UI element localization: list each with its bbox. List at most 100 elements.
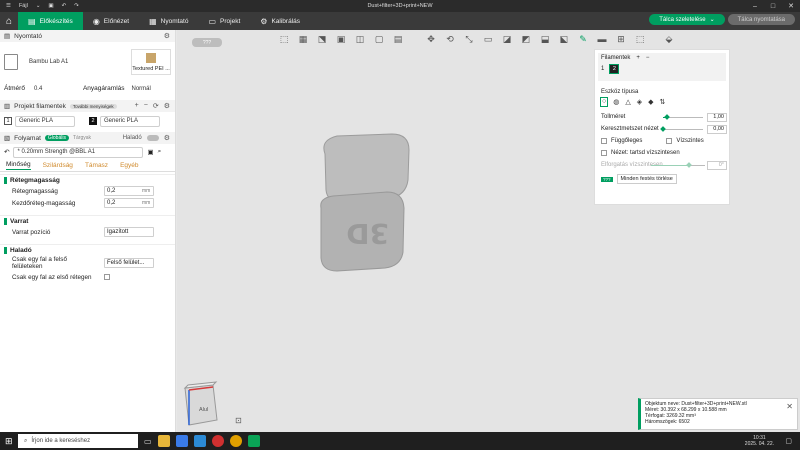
tab-support[interactable]: Támasz xyxy=(85,162,108,169)
gear-icon[interactable]: ⚙ xyxy=(164,32,170,40)
mail-icon[interactable] xyxy=(175,435,188,447)
support-paint-icon[interactable]: ◩ xyxy=(518,31,534,47)
rotate-icon[interactable]: ⟲ xyxy=(442,31,458,47)
text-icon[interactable]: ▬ xyxy=(594,31,610,47)
tab-prepare[interactable]: ▤ Előkészítés xyxy=(18,12,83,30)
vertical-checkbox[interactable] xyxy=(601,138,607,144)
tab-quality[interactable]: Minőség xyxy=(6,161,31,170)
add-object-icon[interactable]: ⬚ xyxy=(276,31,292,47)
hide-checkbox[interactable] xyxy=(601,150,607,156)
assemble-icon[interactable]: ⬚ xyxy=(632,31,648,47)
gap-fill-icon[interactable]: ⇅ xyxy=(660,98,666,106)
chrome-icon[interactable] xyxy=(229,435,242,447)
plate-select[interactable]: Textured PEI ... xyxy=(131,49,171,75)
mesh-boolean-icon[interactable]: ⬕ xyxy=(556,31,572,47)
notification-icon[interactable]: ▢ xyxy=(785,437,792,445)
add-icon[interactable]: + xyxy=(636,55,640,61)
smart-fill-slider[interactable] xyxy=(651,161,705,168)
first-wall-row: Csak egy fal az első rétegen xyxy=(0,271,175,283)
filament-1-swatch[interactable]: 1 xyxy=(601,66,604,72)
triangle-tool-icon[interactable]: △ xyxy=(625,98,630,106)
horizontal-checkbox[interactable] xyxy=(666,138,673,144)
top-wall-select[interactable]: Felső felület... xyxy=(104,258,154,268)
scale-icon[interactable]: ⤡ xyxy=(461,31,477,47)
fill-tool-icon[interactable]: ◆ xyxy=(648,98,653,106)
cut-icon[interactable]: ◪ xyxy=(499,31,515,47)
tab-device[interactable]: ▦ Nyomtató xyxy=(139,12,198,30)
home-icon[interactable]: ⌂ xyxy=(0,12,18,30)
printer-select[interactable]: Bambu Lab A1 xyxy=(26,56,112,68)
objects-toggle[interactable]: Tárgyak xyxy=(73,135,91,141)
add-icon[interactable]: + xyxy=(135,102,139,110)
remove-icon[interactable]: − xyxy=(646,55,650,61)
first-wall-checkbox[interactable] xyxy=(104,274,110,280)
undo-history-pill[interactable]: ??? xyxy=(192,38,222,47)
height-tool-icon[interactable]: ◈ xyxy=(637,98,642,106)
smart-fill-input[interactable]: 0° xyxy=(707,160,727,170)
section-view-slider[interactable] xyxy=(660,125,703,132)
taskbar-search[interactable]: ⌕ Írjon ide a kereséshez xyxy=(18,434,138,448)
clock[interactable]: 10:31 2025. 04. 22. xyxy=(745,435,774,447)
sync-icon[interactable]: ⟳ xyxy=(153,102,159,110)
filament-1-select[interactable]: Generic PLA xyxy=(15,115,75,127)
plate-icon[interactable]: ◫ xyxy=(352,31,368,47)
split-icon[interactable]: ▢ xyxy=(371,31,387,47)
circle-tool-icon[interactable]: ○ xyxy=(599,97,609,107)
minimize-icon[interactable]: – xyxy=(746,0,764,12)
section-view-row: Keresztmetszet nézet 0,00 xyxy=(601,123,727,135)
save-icon[interactable]: ▣ xyxy=(147,148,153,156)
gear-icon[interactable]: ⚙ xyxy=(164,134,170,142)
tab-calibration[interactable]: ⚙ Kalibrálás xyxy=(250,12,310,30)
more-filament-chip[interactable]: További menyiségek xyxy=(69,103,117,109)
close-icon[interactable]: ✕ xyxy=(786,402,793,412)
color-paint-icon[interactable]: ✎ xyxy=(575,31,591,47)
edge-icon[interactable] xyxy=(193,435,206,447)
opera-icon[interactable] xyxy=(211,435,224,447)
view-icon[interactable]: ⬙ xyxy=(661,31,677,47)
task-view-icon[interactable]: ▭ xyxy=(144,437,152,446)
measure-icon[interactable]: ⊞ xyxy=(613,31,629,47)
nozzle-select[interactable]: 0.4 xyxy=(30,83,75,94)
slice-plate-button[interactable]: Tálca szeletelése ⌄ xyxy=(649,14,725,25)
move-icon[interactable]: ✥ xyxy=(423,31,439,47)
tab-preview[interactable]: ◉ Előnézet xyxy=(83,12,139,30)
filament-1-chip[interactable]: 1 xyxy=(4,117,12,125)
orient-icon[interactable]: ⬔ xyxy=(314,31,330,47)
maximize-icon[interactable]: □ xyxy=(764,0,782,12)
tab-project[interactable]: ▭ Projekt xyxy=(198,12,250,30)
close-icon[interactable]: ✕ xyxy=(782,0,800,12)
arrange-icon[interactable]: ▣ xyxy=(333,31,349,47)
model-object[interactable]: 3D xyxy=(320,133,410,272)
add-plate-icon[interactable]: ▦ xyxy=(295,31,311,47)
clear-painting-button[interactable]: Minden festés törlése xyxy=(616,174,677,184)
tab-strength[interactable]: Szilárdság xyxy=(43,162,73,169)
seam-paint-icon[interactable]: ⬓ xyxy=(537,31,553,47)
windows-start-icon[interactable]: ⊞ xyxy=(5,436,13,447)
tool-size-slider[interactable] xyxy=(663,113,703,120)
fit-view-icon[interactable]: ⊡ xyxy=(235,416,242,425)
flatten-icon[interactable]: ▭ xyxy=(480,31,496,47)
object-info-notification: Objektum neve: Dust+filter+3D+print+NEW.… xyxy=(638,398,798,430)
tool-size-input[interactable]: 1,00 xyxy=(707,112,727,122)
filament-2-select[interactable]: Generic PLA xyxy=(100,115,160,127)
advanced-toggle[interactable] xyxy=(146,135,159,141)
tab-others[interactable]: Egyéb xyxy=(120,162,138,169)
group-seam: Varrat xyxy=(0,215,175,226)
gear-icon[interactable]: ⚙ xyxy=(164,102,170,110)
process-profile-select[interactable]: * 0.20mm Strength @BBL A1 xyxy=(13,146,144,158)
seam-position-select[interactable]: Igazított xyxy=(104,227,154,237)
filament-2-swatch[interactable]: 2 xyxy=(609,64,620,74)
orientation-cube[interactable] xyxy=(183,381,218,426)
section-view-input[interactable]: 0,00 xyxy=(707,124,727,134)
file-explorer-icon[interactable] xyxy=(157,435,170,447)
sphere-tool-icon[interactable]: ◍ xyxy=(613,98,619,106)
global-toggle[interactable]: Globális xyxy=(44,135,69,141)
layout-icon[interactable]: ▤ xyxy=(390,31,406,47)
remove-icon[interactable]: − xyxy=(144,102,148,110)
search-icon[interactable]: ⌕ xyxy=(158,148,162,156)
flow-select[interactable]: Normál xyxy=(128,83,163,94)
bambu-studio-icon[interactable] xyxy=(247,435,260,447)
filament-2-chip[interactable]: 2 xyxy=(89,117,97,125)
print-plate-button[interactable]: Tálca nyomtatása xyxy=(727,14,795,25)
reset-icon[interactable]: ↶ xyxy=(4,148,9,156)
